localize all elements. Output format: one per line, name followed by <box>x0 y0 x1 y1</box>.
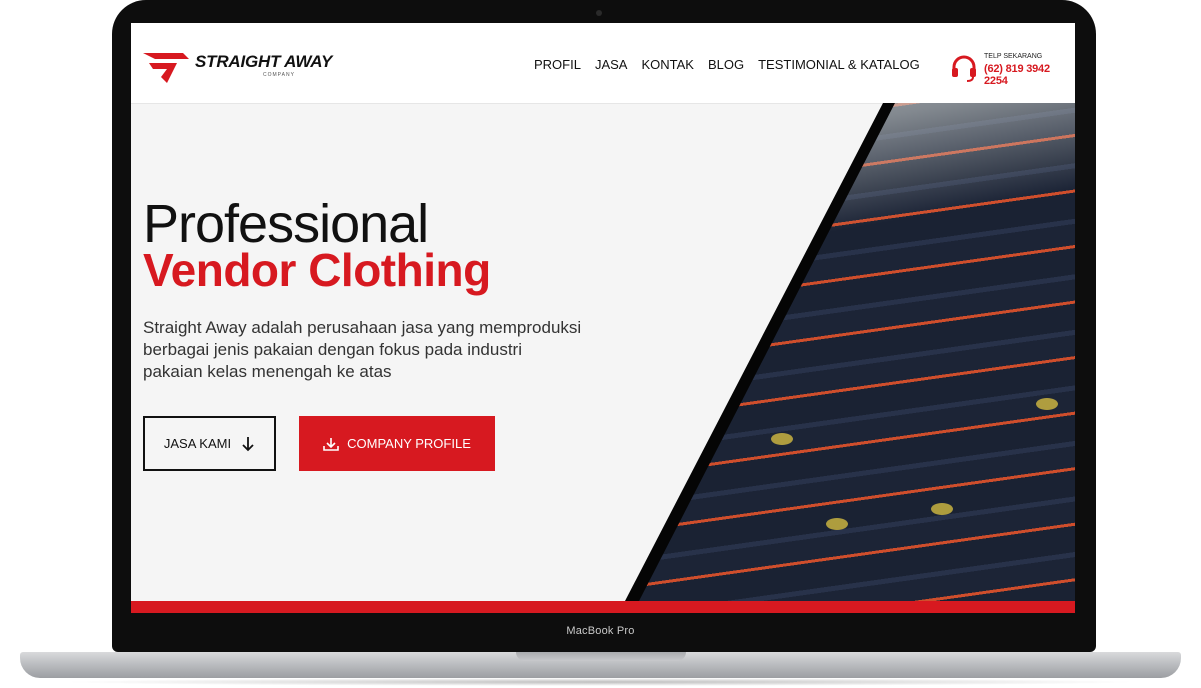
nav-item-blog[interactable]: BLOG <box>708 57 744 72</box>
nav-item-kontak[interactable]: KONTAK <box>641 57 694 72</box>
arrow-down-icon <box>242 436 254 451</box>
jasa-kami-label: JASA KAMI <box>163 436 232 451</box>
hero-description: Straight Away adalah perusahaan jasa yan… <box>143 318 582 381</box>
brand-tagline: COMPANY <box>263 72 295 78</box>
headset-icon[interactable] <box>949 53 979 83</box>
nav-item-jasa[interactable]: JASA <box>595 57 628 72</box>
hero-title-line1: Professional <box>143 194 429 254</box>
webcam-icon <box>596 10 602 16</box>
laptop-base-notch <box>516 652 686 661</box>
browser-viewport: STRAIGHT AWAY COMPANY PROFIL JASA KONTAK… <box>131 23 1075 613</box>
jasa-kami-button[interactable]: JASA KAMI <box>143 416 276 471</box>
site-header: STRAIGHT AWAY COMPANY PROFIL JASA KONTAK… <box>131 23 1075 104</box>
main-nav: PROFIL JASA KONTAK BLOG TESTIMONIAL & KA… <box>534 57 920 72</box>
hero-image-detail <box>771 433 793 445</box>
company-profile-label: COMPANY PROFILE <box>347 436 471 451</box>
nav-item-profil[interactable]: PROFIL <box>534 57 581 72</box>
brand-logo[interactable]: STRAIGHT AWAY COMPANY <box>143 49 353 85</box>
phone-caption: TELP SEKARANG <box>984 53 1043 60</box>
brand-name: STRAIGHT AWAY <box>195 52 333 71</box>
logo-mark-icon <box>143 53 189 83</box>
hero-image-detail <box>1036 398 1058 410</box>
download-icon <box>323 437 339 451</box>
hero-image-detail <box>931 503 953 515</box>
hero-image-detail <box>826 518 848 530</box>
section-divider-strip <box>131 601 1075 613</box>
nav-item-testimonial-katalog[interactable]: TESTIMONIAL & KATALOG <box>758 57 920 72</box>
laptop-shadow <box>60 678 1141 686</box>
hero-title-line2: Vendor Clothing <box>143 244 491 296</box>
phone-number-link[interactable]: (62) 819 3942 2254 <box>984 63 1075 87</box>
company-profile-button[interactable]: COMPANY PROFILE <box>299 416 495 471</box>
device-model-label: MacBook Pro <box>566 625 635 637</box>
